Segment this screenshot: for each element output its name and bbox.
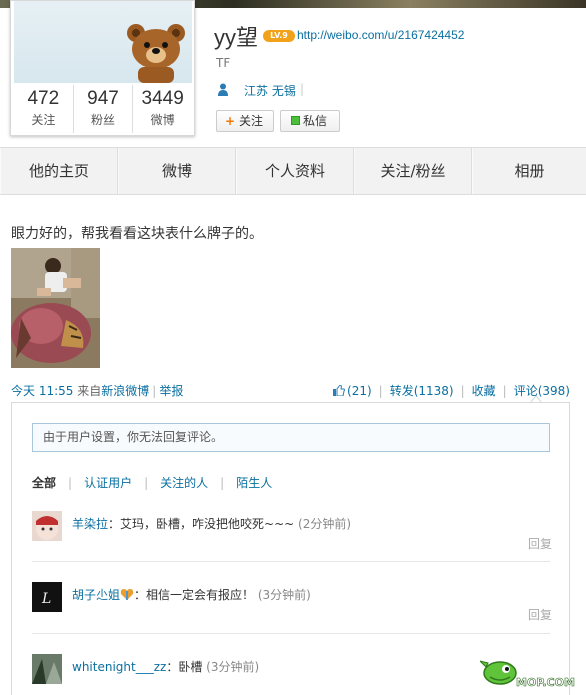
like-count: (21) [347, 384, 372, 398]
comment-divider [32, 561, 550, 562]
level-badge[interactable]: LV.9 [263, 30, 295, 42]
tab-follow-fans[interactable]: 关注/粉丝 [354, 148, 472, 194]
comment-line: 羊染拉：艾玛，卧槽，咋没把他咬死~~~ (2分钟前) [72, 515, 351, 532]
comment-text: ：卧槽 [166, 660, 203, 674]
profile-name: yy望 [214, 25, 259, 50]
tab-album[interactable]: 相册 [472, 148, 586, 194]
filter-verified[interactable]: 认证用户 [84, 476, 132, 490]
avatar[interactable] [32, 654, 62, 684]
comment-user-link[interactable]: whitenight___zz [72, 660, 166, 674]
separator: | [144, 476, 149, 490]
favorite-link[interactable]: 收藏 [472, 384, 496, 398]
avatar[interactable] [32, 511, 62, 541]
follow-label: 关注 [239, 114, 264, 128]
thumbs-up-icon [333, 385, 346, 396]
comment-time: (2分钟前) [298, 517, 352, 531]
message-icon [291, 116, 300, 125]
post-photo[interactable] [11, 248, 100, 368]
filter-all[interactable]: 全部 [32, 476, 56, 490]
verified-heart-icon [120, 589, 134, 600]
separator: | [502, 384, 507, 398]
separator: | [220, 476, 225, 490]
stat-number: 3449 [141, 88, 184, 109]
post-text: 眼力好的，帮我看看这块表什么牌子的。 [11, 226, 263, 242]
comment-divider [32, 633, 550, 634]
stat-number: 472 [27, 88, 60, 109]
tab-profile-info[interactable]: 个人资料 [236, 148, 354, 194]
comment-time: (3分钟前) [257, 588, 311, 602]
profile-tag: TF [216, 56, 231, 70]
stat-following[interactable]: 472 关注 [14, 85, 74, 133]
message-button[interactable]: 私信 [280, 110, 340, 132]
stat-label: 粉丝 [91, 113, 116, 127]
filter-strangers[interactable]: 陌生人 [236, 476, 272, 490]
plus-icon: + [225, 114, 236, 128]
profile-url-link[interactable]: http://weibo.com/u/2167424452 [297, 28, 464, 42]
comment-text: ：艾玛，卧槽，咋没把他咬死~~~ [108, 517, 295, 531]
comment-text: ：相信一定会有报应！ [134, 588, 255, 602]
profile-stats: 472 关注 947 粉丝 3449 微博 [14, 85, 192, 133]
profile-card: 472 关注 947 粉丝 3449 微博 [10, 0, 195, 136]
reply-link[interactable]: 回复 [528, 535, 552, 552]
watermark-text: MOP.COM [516, 676, 575, 689]
tab-weibo[interactable]: 微博 [118, 148, 236, 194]
stat-label: 微博 [150, 113, 175, 127]
reply-link[interactable]: 回复 [528, 606, 552, 623]
stat-label: 关注 [31, 113, 56, 127]
location-link[interactable]: 江苏 无锡 [244, 82, 296, 99]
comment-filters: 全部 | 认证用户 | 关注的人 | 陌生人 [32, 474, 272, 491]
stat-number: 947 [87, 88, 119, 109]
source-link[interactable]: 新浪微博 [101, 384, 149, 398]
post-time-link[interactable]: 今天 11:55 [11, 384, 73, 398]
separator: | [300, 82, 305, 96]
like-button[interactable]: (21) [333, 384, 372, 398]
avatar[interactable] [14, 1, 192, 83]
report-link[interactable]: 举报 [159, 384, 183, 398]
svg-text:L: L [41, 591, 51, 607]
comment-line: whitenight___zz：卧槽 (3分钟前) [72, 658, 259, 675]
comment-time: (3分钟前) [206, 660, 260, 674]
comments-panel: 由于用户设置，你无法回复评论。 全部 | 认证用户 | 关注的人 | 陌生人 羊染拉：艾玛，… [11, 402, 570, 695]
stat-posts[interactable]: 3449 微博 [133, 85, 192, 133]
post-photo-image [11, 248, 100, 368]
filter-following[interactable]: 关注的人 [160, 476, 208, 490]
teddy-bear-avatar-image [127, 24, 185, 83]
comment-user-link[interactable]: 胡子尐姐 [72, 588, 120, 602]
mop-watermark-logo: MOP.COM [480, 660, 575, 689]
source-prefix: 来自 [77, 384, 102, 398]
separator: | [460, 384, 465, 398]
comment-line: 胡子尐姐 ：相信一定会有报应！ (3分钟前) [72, 586, 311, 603]
person-icon [218, 83, 228, 96]
separator: | [68, 476, 73, 490]
separator: | [152, 384, 157, 398]
stat-followers[interactable]: 947 粉丝 [74, 85, 134, 133]
profile-nav: 他的主页 微博 个人资料 关注/粉丝 相册 [0, 147, 586, 195]
follow-button[interactable]: + 关注 [216, 110, 274, 132]
separator: | [378, 384, 383, 398]
message-label: 私信 [303, 114, 328, 128]
avatar[interactable]: L [32, 582, 62, 612]
tab-home[interactable]: 他的主页 [0, 148, 118, 194]
comment-user-link[interactable]: 羊染拉 [72, 517, 108, 531]
post-meta: 今天 11:55 来自新浪微博 | 举报 [11, 382, 183, 399]
repost-link[interactable]: 转发(1138) [390, 384, 454, 398]
reply-disabled-notice: 由于用户设置，你无法回复评论。 [32, 423, 550, 452]
